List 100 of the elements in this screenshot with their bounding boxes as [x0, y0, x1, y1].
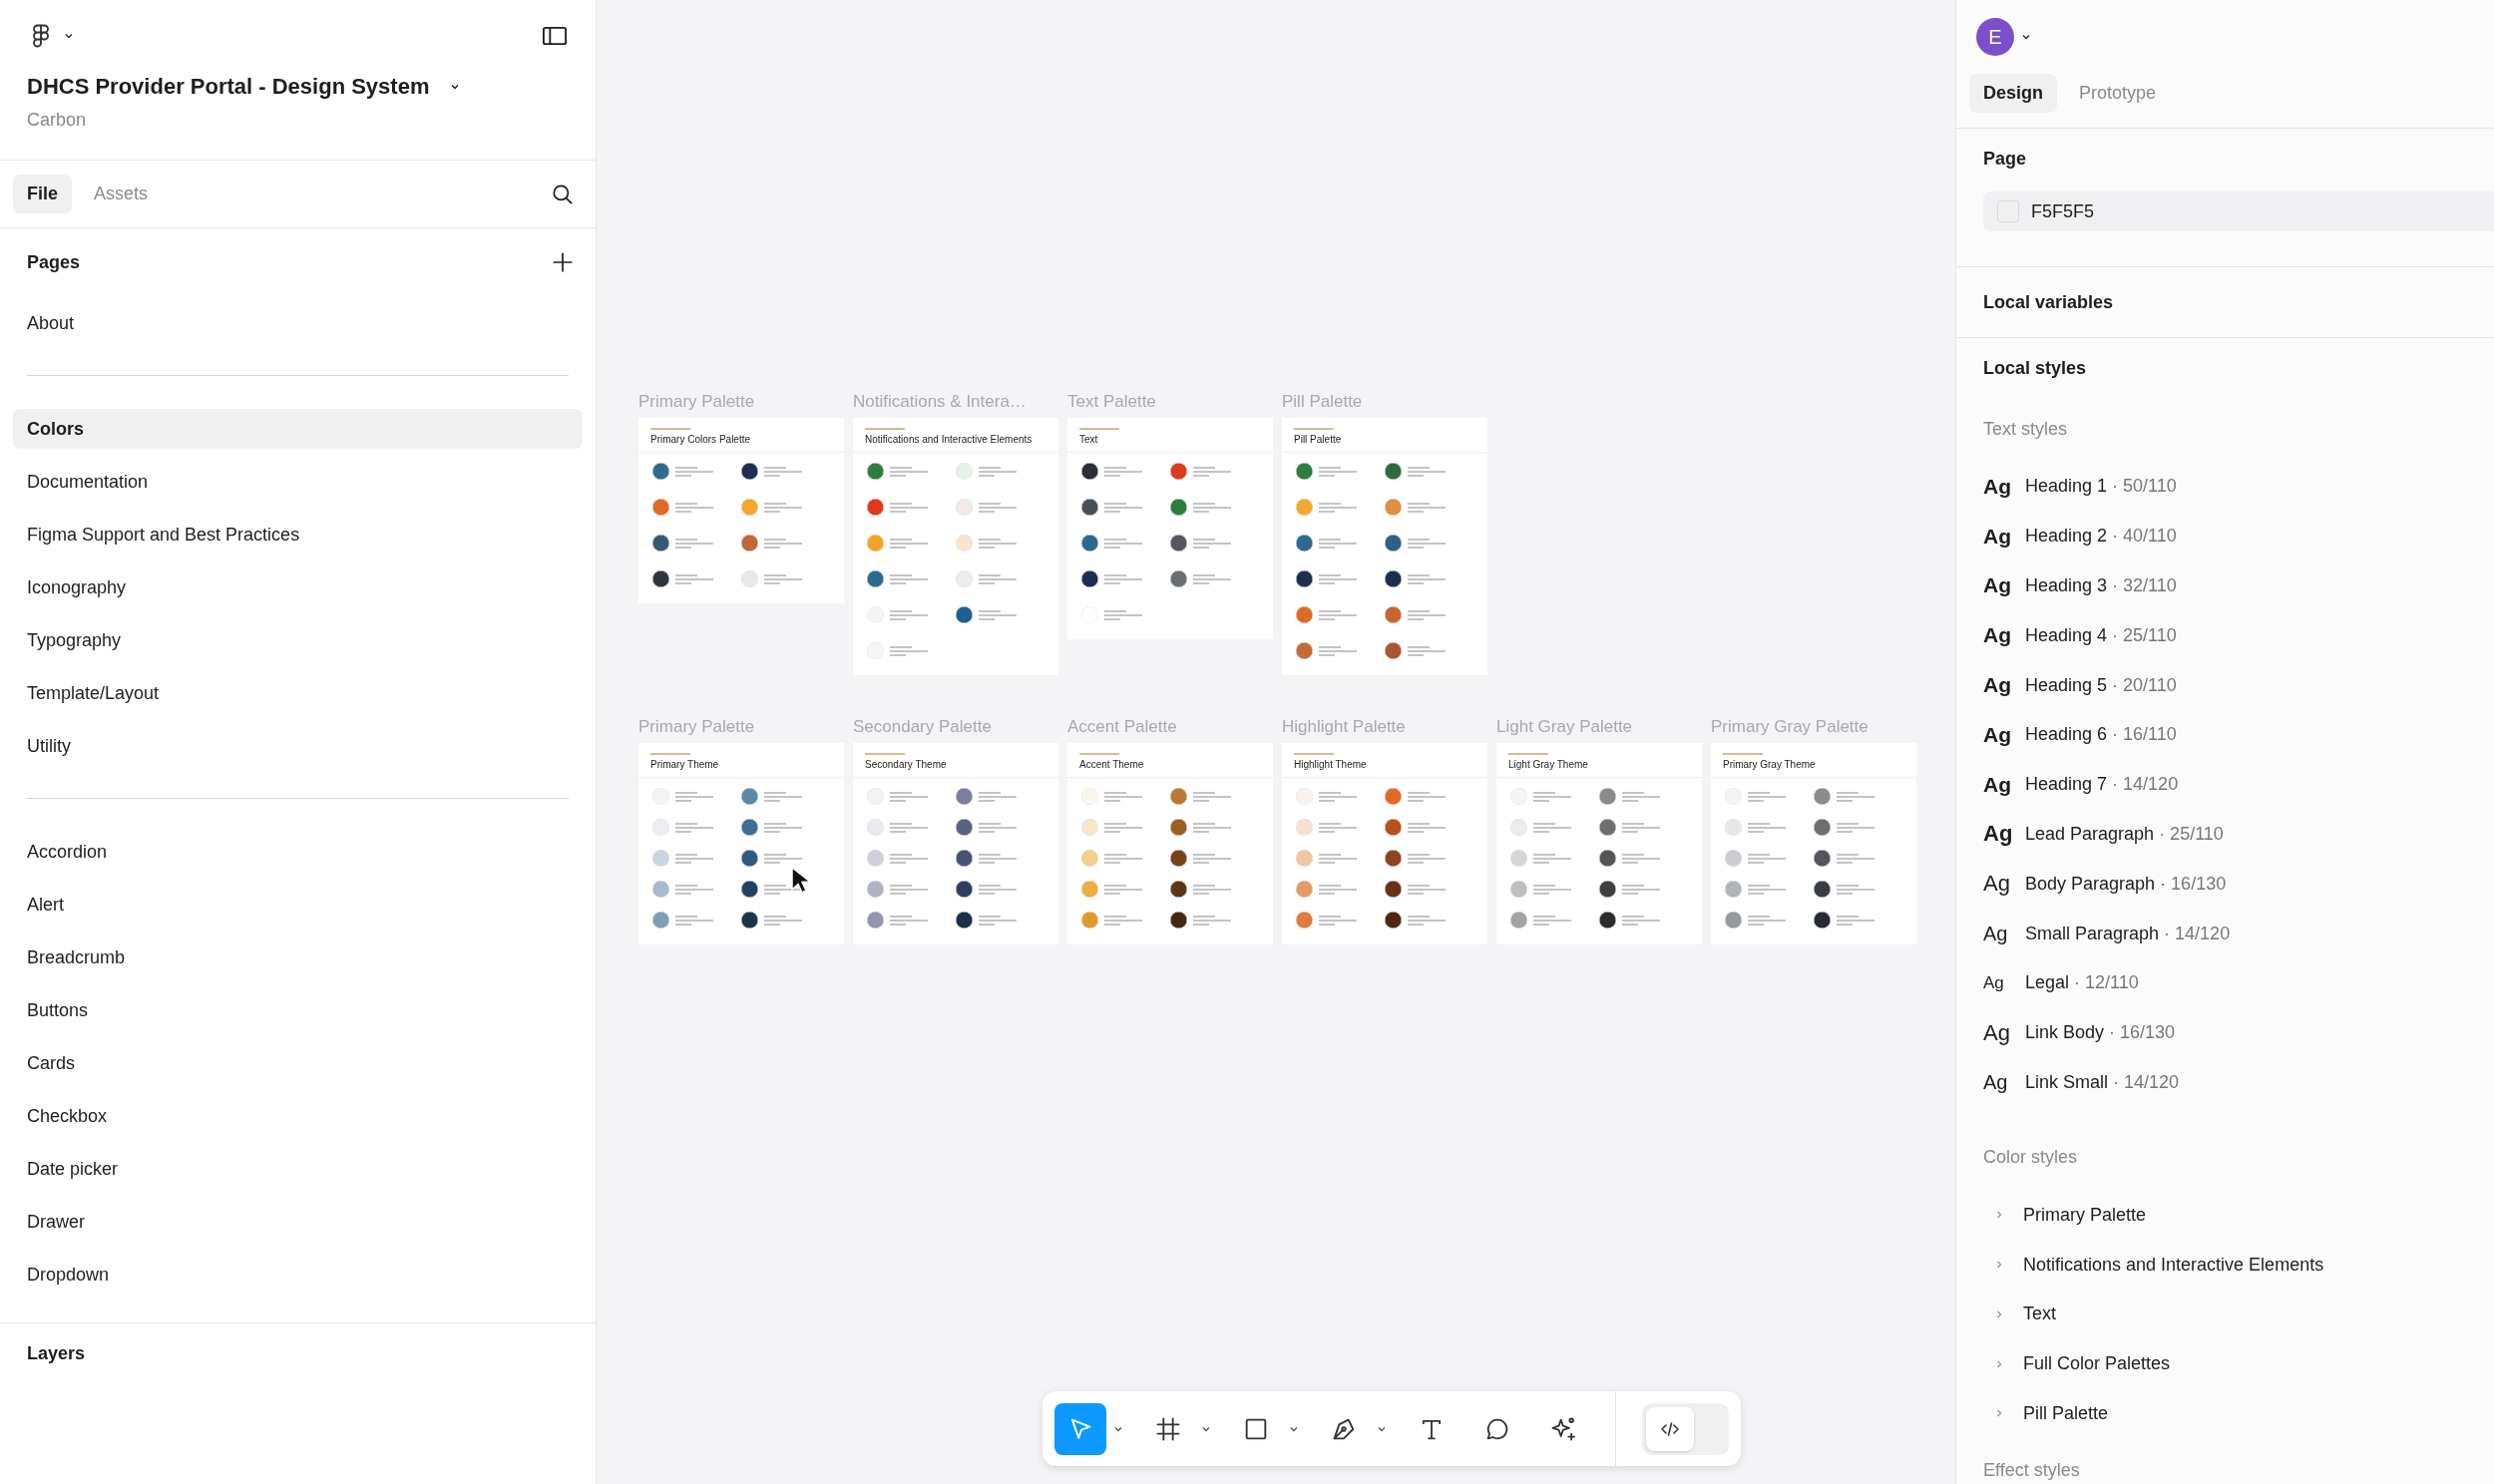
swatch-caption-drawing [675, 538, 713, 549]
text-style-item[interactable]: Heading 1 · 50/110 [2025, 476, 2177, 498]
type-sample: Ag [1983, 871, 2011, 898]
swatch-caption-drawing [1104, 609, 1142, 620]
swatch-caption-drawing [1533, 822, 1571, 833]
page-item[interactable]: About [13, 302, 583, 343]
swatch-caption-drawing [675, 502, 713, 513]
swatch-caption-drawing [1319, 573, 1357, 584]
swatch-caption-drawing [979, 791, 1017, 802]
swatch-caption-drawing [1319, 645, 1357, 656]
text-style-item[interactable]: Lead Paragraph · 25/110 [2025, 823, 2224, 845]
swatch-caption-drawing [890, 538, 928, 549]
page-item[interactable]: Accordion [13, 831, 583, 872]
page-item[interactable]: Colors [13, 408, 583, 449]
swatch-caption-drawing [1408, 609, 1446, 620]
page-item[interactable]: Breadcrumb [13, 936, 583, 977]
swatch-caption-drawing [764, 791, 802, 802]
swatch-caption-drawing [1104, 853, 1142, 864]
page-item[interactable]: Documentation [13, 461, 583, 502]
palette-frame[interactable]: Light Gray Theme [1496, 743, 1702, 944]
swatch-caption-drawing [979, 466, 1017, 477]
color-style-group[interactable]: Text [2023, 1303, 2056, 1325]
effect-styles-heading: Effect styles [1983, 1460, 2081, 1482]
page-item[interactable]: Cards [13, 1042, 583, 1083]
page-item[interactable]: Iconography [13, 566, 583, 607]
swatch-caption-drawing [1533, 791, 1571, 802]
page-item[interactable]: Checkbox [13, 1095, 583, 1136]
panel-tab[interactable]: Design [1969, 73, 2057, 113]
local-variables-heading[interactable]: Local variables [1983, 291, 2114, 313]
text-style-item[interactable]: Heading 6 · 16/110 [2025, 724, 2177, 746]
text-style-item[interactable]: Heading 2 · 40/110 [2025, 526, 2177, 548]
pages-heading: Pages [27, 251, 81, 273]
page-item[interactable]: Utility [13, 725, 583, 766]
text-style-item[interactable]: Small Paragraph · 14/120 [2025, 923, 2231, 944]
swatch-caption-drawing [1408, 884, 1446, 895]
page-item[interactable]: Drawer [13, 1201, 583, 1242]
swatch-caption-drawing [1319, 609, 1357, 620]
swatch-caption-drawing [890, 791, 928, 802]
swatch-caption-drawing [890, 853, 928, 864]
text-style-item[interactable]: Heading 7 · 14/120 [2025, 774, 2179, 796]
page-item[interactable]: Date picker [13, 1148, 583, 1189]
page-item[interactable]: Figma Support and Best Practices [13, 514, 583, 555]
text-style-item[interactable]: Body Paragraph · 16/130 [2025, 873, 2227, 895]
swatch-caption-drawing [764, 853, 802, 864]
panel-tab[interactable]: Assets [80, 175, 163, 213]
page-item[interactable]: Typography [13, 619, 583, 660]
swatch-caption-drawing [1104, 791, 1142, 802]
text-style-item[interactable]: Link Small · 14/120 [2025, 1071, 2180, 1093]
color-style-group[interactable]: Full Color Palettes [2023, 1353, 2171, 1375]
swatch-caption-drawing [890, 466, 928, 477]
type-sample: Ag [1983, 1019, 2011, 1046]
text-style-item[interactable]: Legal · 12/110 [2025, 972, 2139, 994]
swatch-caption-drawing [1193, 884, 1231, 895]
local-styles-heading: Local styles [1983, 358, 2087, 378]
palette-frame[interactable]: Primary Colors Palette [638, 418, 844, 603]
swatch-caption-drawing [1193, 915, 1231, 926]
account-menu[interactable]: E [1976, 18, 2032, 58]
dev-mode-toggle[interactable] [1641, 1402, 1729, 1455]
type-sample: Ag [1983, 474, 2011, 499]
swatch-caption-drawing [764, 884, 802, 895]
avatar[interactable]: E [1976, 18, 2014, 56]
team-name: Carbon [27, 110, 88, 131]
page-item[interactable]: Alert [13, 884, 583, 925]
palette-frame[interactable]: Accent Theme [1067, 743, 1273, 944]
color-style-group[interactable]: Primary Palette [2023, 1204, 2147, 1226]
swatch-caption-drawing [675, 573, 713, 584]
page-item[interactable]: Template/Layout [13, 672, 583, 713]
text-style-item[interactable]: Heading 4 · 25/110 [2025, 624, 2177, 646]
page-item[interactable]: Buttons [13, 989, 583, 1030]
palette-frame[interactable]: Primary Gray Theme [1711, 743, 1916, 944]
page-item[interactable]: Dropdown [13, 1254, 583, 1295]
swatch-caption-drawing [1408, 502, 1446, 513]
swatch-caption-drawing [1837, 791, 1874, 802]
text-style-item[interactable]: Heading 3 · 32/110 [2025, 575, 2177, 596]
palette-frame[interactable]: Notifications and Interactive Elements [853, 418, 1058, 675]
file-title[interactable]: DHCS Provider Portal - Design System [27, 74, 430, 100]
swatch-caption-drawing [1193, 853, 1231, 864]
palette-frame[interactable]: Primary Theme [638, 743, 844, 944]
swatch-caption-drawing [1104, 822, 1142, 833]
color-style-group[interactable]: Pill Palette [2023, 1402, 2109, 1424]
frame-heading: Highlight Theme [1294, 759, 1368, 770]
palette-frame[interactable]: Pill Palette [1282, 418, 1487, 675]
text-style-item[interactable]: Heading 5 · 20/110 [2025, 674, 2177, 696]
frame-heading: Pill Palette [1294, 434, 1343, 445]
swatch-caption-drawing [1319, 822, 1357, 833]
palette-frame[interactable]: Highlight Theme [1282, 743, 1487, 944]
swatch-caption-drawing [1748, 853, 1786, 864]
cursor-arrow-tool-button[interactable] [1054, 1402, 1106, 1455]
color-chip-icon[interactable] [1997, 200, 2019, 222]
swatch-caption-drawing [1748, 915, 1786, 926]
text-style-item[interactable]: Link Body · 16/130 [2025, 1022, 2176, 1044]
palette-frame[interactable]: Text [1067, 418, 1273, 639]
page-color-field[interactable]: F5F5F5 [1983, 191, 2494, 231]
palette-frame[interactable]: Secondary Theme [853, 743, 1058, 944]
swatch-caption-drawing [675, 791, 713, 802]
swatch-caption-drawing [1319, 791, 1357, 802]
color-style-group[interactable]: Notifications and Interactive Elements [2023, 1254, 2324, 1276]
panel-tab[interactable]: File [13, 175, 72, 213]
swatch-caption-drawing [1622, 853, 1660, 864]
swatch-caption-drawing [764, 915, 802, 926]
